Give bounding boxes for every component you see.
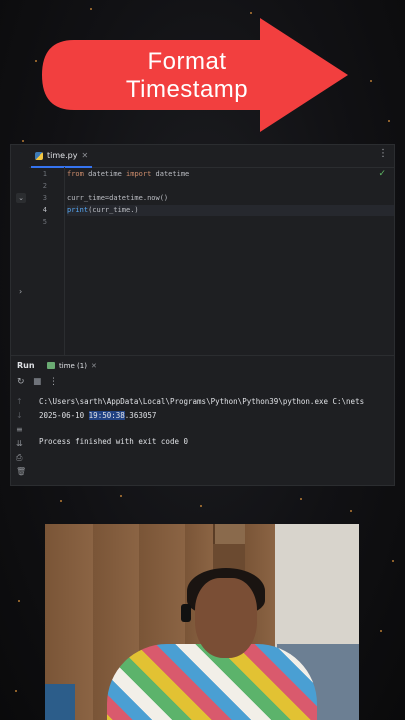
presenter-face [195,578,257,658]
scroll-to-end-icon[interactable]: ⇊ [16,439,23,449]
webcam-overlay [45,524,359,720]
banner-title: Format Timestamp [102,48,272,104]
stop-icon[interactable]: ■ [33,377,42,387]
more-options-icon[interactable]: ⋮ [49,377,58,387]
banner-title-line1: Format [147,48,227,75]
output-fraction: .363057 [124,411,157,420]
keyword-import: import [126,170,152,178]
function-print: print [67,206,89,214]
gutter-divider [64,167,65,355]
chevron-right-icon[interactable]: › [19,287,22,296]
run-config-icon [47,362,55,369]
line-numbers: 1 2 3 4 5 [33,167,53,355]
soft-wrap-icon[interactable]: ≡ [16,425,23,435]
run-panel-title: Run [17,361,35,370]
banner-title-line2: Timestamp [125,76,249,103]
run-tab-time[interactable]: time (1) ✕ [47,356,97,375]
code-line-3: curr_time=datetime.now() [67,194,169,202]
headset-icon [181,604,191,622]
code-line-1: from datetime import datetime [67,170,189,178]
keyword-from: from [67,170,84,178]
editor-tab-time-py[interactable]: time.py ✕ [31,145,93,168]
console-command: C:\Users\sarth\AppData\Local\Programs\Py… [39,397,365,406]
ide-window: time.py ✕ ⋮ ⌄ › 1 2 3 4 5 from datetime … [10,144,395,486]
python-file-icon [35,151,43,160]
editor-left-gutter: ⌄ › [11,167,29,355]
arrow-down-icon[interactable]: ↓ [16,411,23,421]
arrow-up-icon[interactable]: ↑ [16,397,23,407]
editor-tab-label: time.py [47,151,78,160]
check-icon: ✓ [378,169,386,179]
more-options-icon[interactable]: ⋮ [378,149,388,159]
run-tab-label: time (1) [59,361,87,370]
line-number: 3 [42,194,47,202]
module-name: datetime [83,170,127,178]
run-toolbar: ↻ ■ ⋮ [11,375,394,391]
laptop [45,684,75,720]
output-date: 2025-06-10 [39,411,89,420]
output-selected-time: 19:50:38 [88,411,125,420]
console-output: 2025-06-10 19:50:38.363057 [39,411,156,420]
line-number: 1 [42,170,47,178]
trash-icon[interactable]: 🗑 [16,467,26,477]
close-icon[interactable]: ✕ [81,151,88,160]
run-console[interactable]: C:\Users\sarth\AppData\Local\Programs\Py… [37,393,394,483]
editor-tab-bar: time.py ✕ ⋮ [11,145,394,168]
run-side-toolbar: ↑ ↓ ≡ ⇊ ⎙ 🗑 [11,393,33,483]
line-number: 4 [42,206,47,214]
line-number: 2 [42,182,47,190]
import-name: datetime [151,170,190,178]
close-icon[interactable]: ✕ [91,362,97,370]
line-number: 5 [42,218,47,226]
print-icon[interactable]: ⎙ [16,453,22,463]
code-line-4: print(curr_time.) [67,206,139,214]
rerun-icon[interactable]: ↻ [17,377,25,387]
code-editor[interactable]: from datetime import datetime curr_time=… [67,167,394,355]
run-panel-header: Run time (1) ✕ [11,355,394,376]
title-arrow-banner: Format Timestamp [42,18,352,132]
chevron-down-icon[interactable]: ⌄ [16,193,26,203]
console-exit-message: Process finished with exit code 0 [39,437,189,446]
print-args: (curr_time.) [88,206,139,214]
